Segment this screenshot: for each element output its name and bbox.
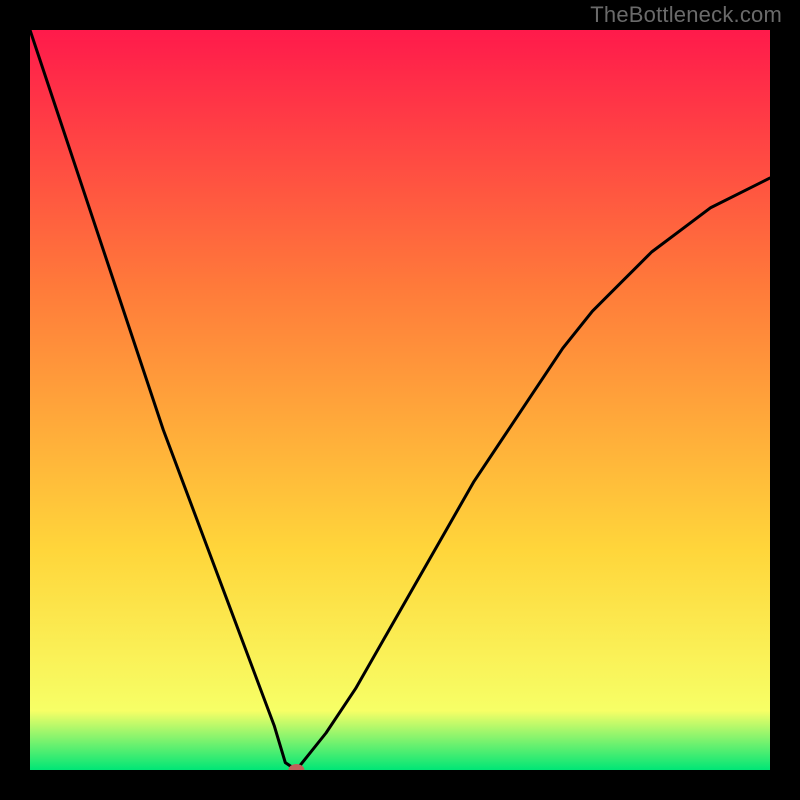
gradient-background	[30, 30, 770, 770]
chart-container: TheBottleneck.com	[0, 0, 800, 800]
watermark-text: TheBottleneck.com	[590, 2, 782, 28]
plot-area	[30, 30, 770, 770]
plot-svg	[30, 30, 770, 770]
